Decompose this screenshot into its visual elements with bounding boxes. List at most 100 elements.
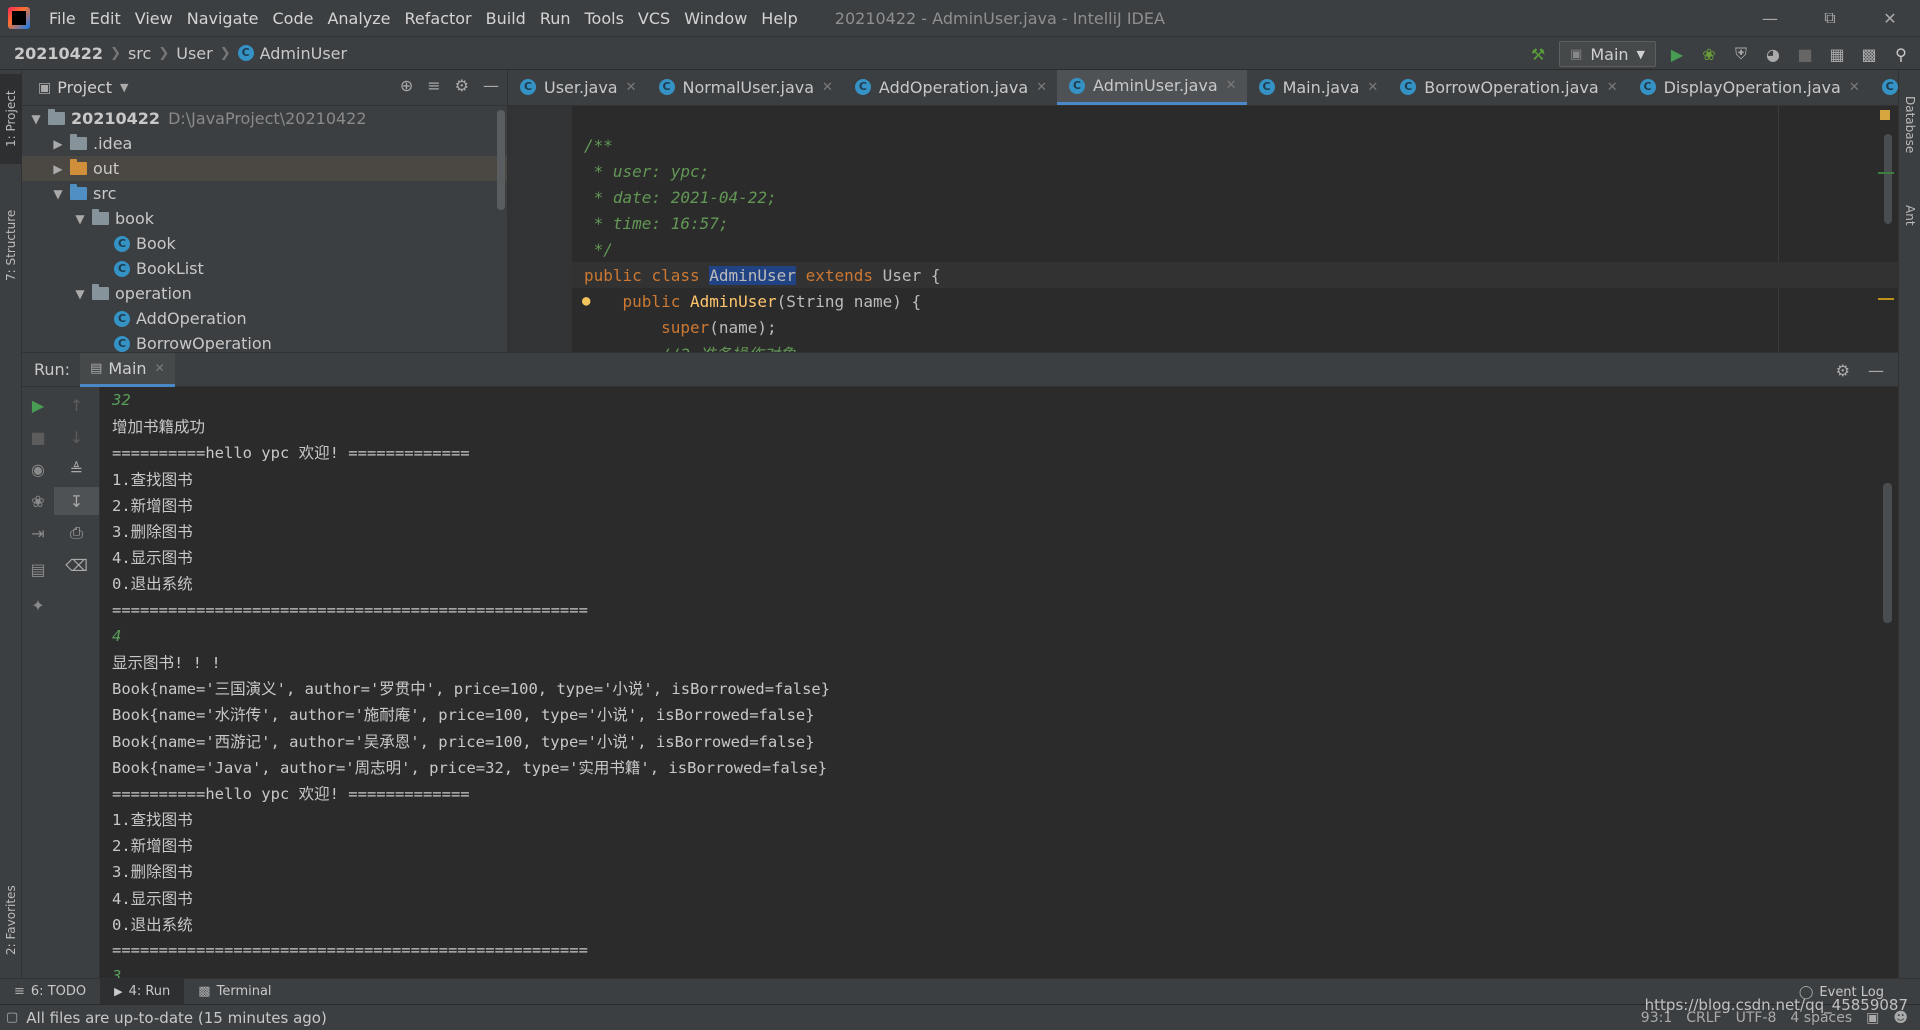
- stop-icon[interactable]: ■: [22, 423, 54, 451]
- tool-tab-run[interactable]: ▶ 4: Run: [100, 978, 185, 1005]
- run-tab-main[interactable]: ▤ Main ✕: [80, 352, 175, 387]
- tool-tab-favorites[interactable]: 2: Favorites: [0, 870, 22, 970]
- scrollbar[interactable]: [1883, 483, 1892, 623]
- tool-tab-structure[interactable]: 7: Structure: [0, 190, 22, 300]
- menu-window[interactable]: Window: [677, 9, 754, 28]
- menu-refactor[interactable]: Refactor: [398, 9, 479, 28]
- arrow-up-icon[interactable]: ↑: [54, 391, 99, 419]
- trash-icon[interactable]: ⌫: [54, 551, 99, 579]
- stop-icon[interactable]: ■: [1794, 43, 1816, 65]
- close-icon[interactable]: ✕: [626, 80, 637, 95]
- error-stripe-mark[interactable]: [1878, 172, 1894, 174]
- menu-edit[interactable]: Edit: [83, 9, 128, 28]
- close-icon[interactable]: ✕: [1036, 80, 1047, 95]
- close-icon[interactable]: ✕: [1860, 0, 1920, 36]
- bug-icon[interactable]: ❀: [22, 487, 54, 515]
- editor-tab[interactable]: C Main.java ✕: [1247, 70, 1389, 105]
- tree-item[interactable]: ▼ 20210422 D:\JavaProject\20210422: [22, 106, 507, 131]
- tool-tab-todo[interactable]: ≡ 6: TODO: [0, 979, 100, 1005]
- scrollbar[interactable]: [1884, 134, 1892, 224]
- code-line[interactable]: 13 //2 准备操作对象: [572, 340, 1898, 352]
- hide-icon[interactable]: —: [1868, 361, 1884, 380]
- close-icon[interactable]: ✕: [822, 80, 833, 95]
- code-area[interactable]: 45/**◇6 * user: ypc;7 * date: 2021-04-22…: [572, 106, 1898, 352]
- collapse-all-icon[interactable]: ≡: [427, 76, 440, 95]
- soft-wrap-icon[interactable]: ≜: [54, 455, 99, 483]
- tree-item[interactable]: C Book: [22, 231, 507, 256]
- restore-icon[interactable]: ⧉: [1800, 0, 1860, 36]
- tool-windows-icon[interactable]: ▢: [6, 1010, 18, 1025]
- expanded-arrow-icon[interactable]: ▼: [28, 112, 44, 126]
- collapsed-arrow-icon[interactable]: ▶: [50, 162, 66, 176]
- scroll-to-end-icon[interactable]: ↧: [54, 487, 99, 515]
- warning-indicator-icon[interactable]: [1880, 110, 1890, 120]
- tree-item[interactable]: ▼ src: [22, 181, 507, 206]
- scrollbar[interactable]: [497, 110, 505, 210]
- expanded-arrow-icon[interactable]: ▼: [72, 287, 88, 301]
- code-line[interactable]: 4: [572, 106, 1898, 132]
- editor-tab[interactable]: C BorrowOperation.java ✕: [1388, 70, 1627, 105]
- menu-run[interactable]: Run: [533, 9, 578, 28]
- editor-tab[interactable]: C NormalUser.java ✕: [647, 70, 843, 105]
- console-output[interactable]: 32 增加书籍成功 ==========hello ypc 欢迎! ========…: [112, 387, 1878, 979]
- code-line[interactable]: 10public class AdminUser extends User {: [572, 262, 1898, 288]
- tool-tab-project[interactable]: 1: Project: [0, 74, 22, 164]
- arrow-down-icon[interactable]: ↓: [54, 423, 99, 451]
- code-line[interactable]: 11 public AdminUser(String name) {◇●: [572, 288, 1898, 314]
- minimize-icon[interactable]: —: [1740, 0, 1800, 36]
- breadcrumb-user[interactable]: User: [172, 44, 216, 63]
- close-icon[interactable]: ✕: [1849, 80, 1860, 95]
- run-configuration-select[interactable]: ▣ Main ▼: [1559, 41, 1656, 67]
- pin-icon[interactable]: ✦: [22, 591, 54, 619]
- code-line[interactable]: 8 * time: 16:57;: [572, 210, 1898, 236]
- menu-vcs[interactable]: VCS: [631, 9, 677, 28]
- rerun-icon[interactable]: ▶: [22, 391, 54, 419]
- breadcrumb-adminuser[interactable]: C AdminUser: [234, 44, 351, 63]
- tree-item[interactable]: C BookList: [22, 256, 507, 281]
- code-line[interactable]: 6 * user: ypc;: [572, 158, 1898, 184]
- coverage-icon[interactable]: ⛨: [1730, 43, 1752, 65]
- layout-icon[interactable]: ▤: [22, 555, 54, 583]
- menu-help[interactable]: Help: [754, 9, 804, 28]
- tool-tab-database[interactable]: Database: [1899, 80, 1920, 170]
- code-line[interactable]: 7 * date: 2021-04-22;: [572, 184, 1898, 210]
- code-line[interactable]: 12 super(name);: [572, 314, 1898, 340]
- collapsed-arrow-icon[interactable]: ▶: [50, 137, 66, 151]
- tree-item[interactable]: ▶ out: [22, 156, 507, 181]
- menu-analyze[interactable]: Analyze: [320, 9, 397, 28]
- gear-icon[interactable]: ⚙: [1836, 361, 1850, 380]
- project-title[interactable]: Project: [57, 78, 112, 97]
- editor-tab[interactable]: CExitOpe: [1870, 70, 1898, 105]
- tree-item[interactable]: C AddOperation: [22, 306, 507, 331]
- menu-file[interactable]: File: [42, 9, 83, 28]
- tool-tab-terminal[interactable]: ▩ Terminal: [184, 979, 285, 1005]
- locate-icon[interactable]: ⊕: [400, 76, 413, 95]
- editor-tab[interactable]: C AdminUser.java ✕: [1057, 70, 1247, 105]
- menu-navigate[interactable]: Navigate: [180, 9, 266, 28]
- close-icon[interactable]: ✕: [155, 361, 165, 375]
- breadcrumb-project[interactable]: 20210422: [0, 44, 107, 63]
- code-line[interactable]: 9 */◇: [572, 236, 1898, 262]
- status-message[interactable]: All files are up-to-date (15 minutes ago…: [26, 1009, 327, 1027]
- tool-tab-ant[interactable]: Ant: [1899, 190, 1920, 240]
- search-icon[interactable]: ⚲: [1890, 43, 1912, 65]
- chevron-down-icon[interactable]: ▼: [120, 81, 128, 94]
- debug-icon[interactable]: ❀: [1698, 43, 1720, 65]
- hide-icon[interactable]: —: [483, 76, 499, 95]
- profile-icon[interactable]: ◕: [1762, 43, 1784, 65]
- expanded-arrow-icon[interactable]: ▼: [72, 212, 88, 226]
- code-line[interactable]: 5/**◇: [572, 132, 1898, 158]
- expanded-arrow-icon[interactable]: ▼: [50, 187, 66, 201]
- print-icon[interactable]: ⎙: [54, 519, 99, 547]
- exit-icon[interactable]: ⇥: [22, 519, 54, 547]
- error-stripe-mark[interactable]: [1878, 298, 1894, 300]
- breadcrumb-src[interactable]: src: [124, 44, 155, 63]
- tree-item[interactable]: ▼ operation: [22, 281, 507, 306]
- close-icon[interactable]: ✕: [1607, 80, 1618, 95]
- bulb-icon[interactable]: ●: [582, 293, 590, 309]
- close-icon[interactable]: ✕: [1226, 78, 1237, 93]
- gear-icon[interactable]: ⚙: [455, 76, 469, 95]
- build-hammer-icon[interactable]: ⚒: [1527, 43, 1549, 65]
- close-icon[interactable]: ✕: [1367, 80, 1378, 95]
- camera-icon[interactable]: ◉: [22, 455, 54, 483]
